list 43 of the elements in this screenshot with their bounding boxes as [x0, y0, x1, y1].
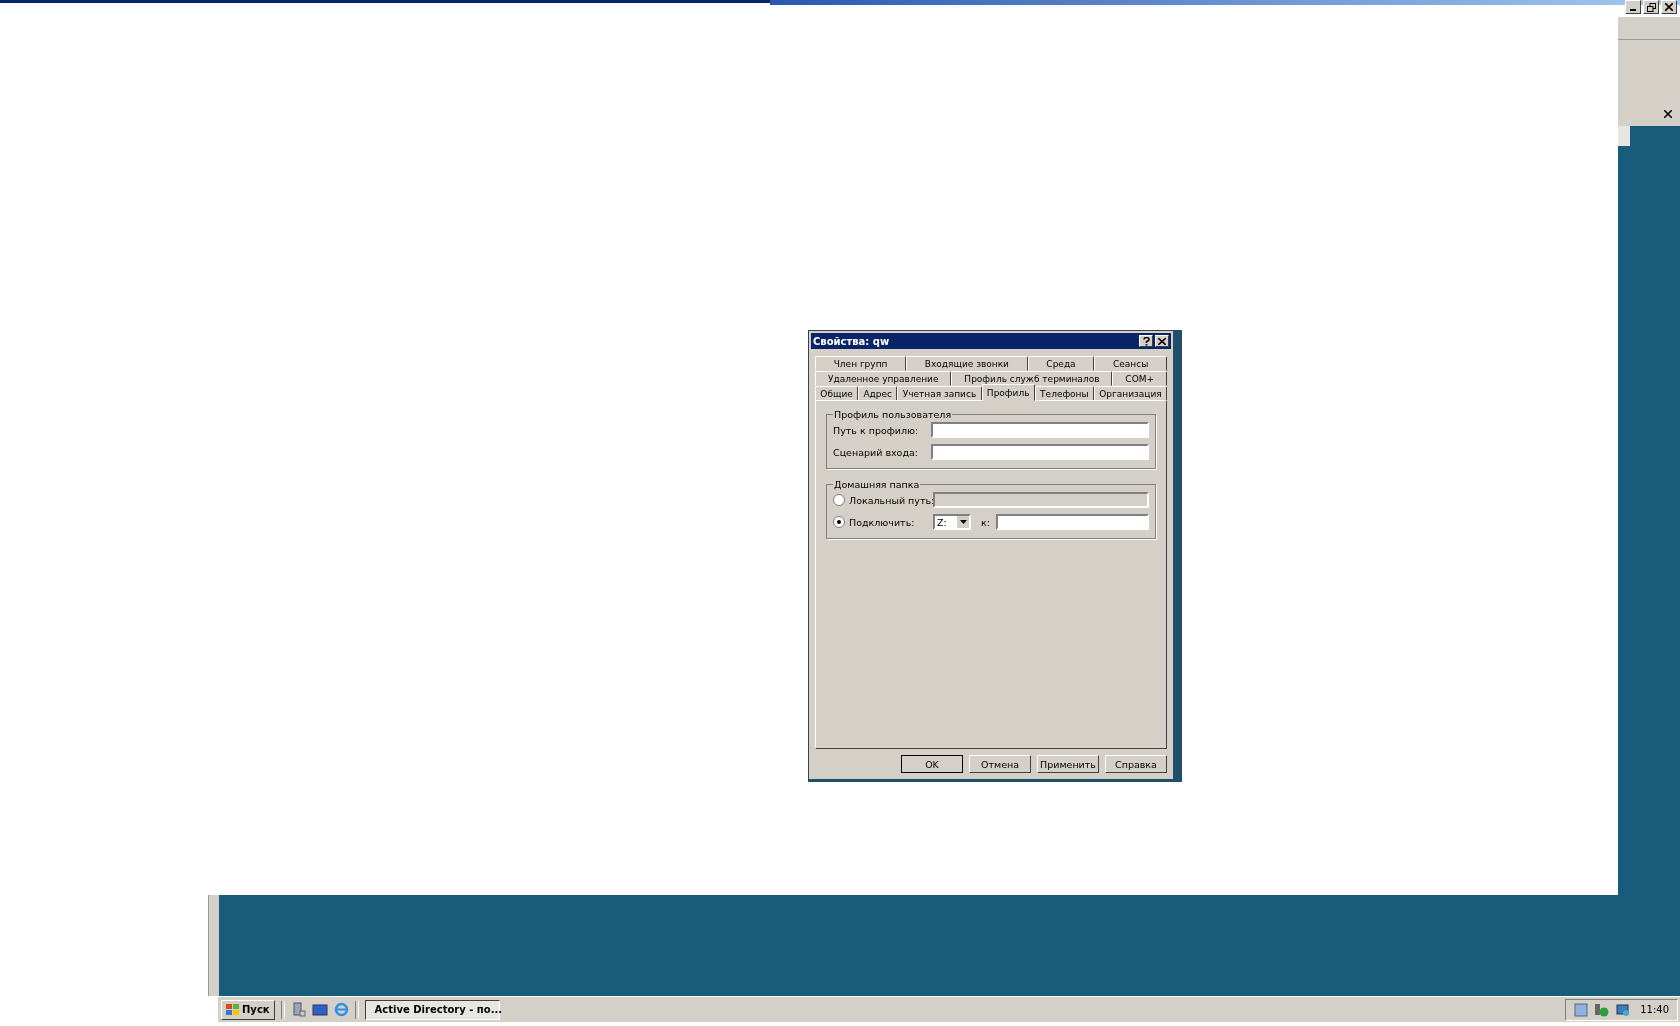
text-field[interactable] [931, 444, 1149, 460]
tab[interactable]: Член групп [815, 356, 907, 371]
browser-icon[interactable] [333, 1002, 349, 1017]
tab[interactable]: Сеансы [1094, 356, 1167, 371]
minimize-button[interactable] [1625, 0, 1641, 14]
dialog-title: Свойства: qw [813, 335, 891, 347]
help-icon [1142, 336, 1150, 346]
radio-label: Подключить: [849, 516, 916, 528]
field-label: к: [981, 516, 990, 528]
server-icon[interactable] [290, 1002, 306, 1017]
tab[interactable]: Входящие звонки [906, 356, 1028, 371]
group-title: Профиль пользователя [833, 409, 953, 420]
dialog-button[interactable]: Отмена [969, 755, 1031, 773]
group-title: Домашняя папка [833, 479, 921, 490]
clock: 11:40 [1640, 1004, 1669, 1015]
close-icon [1158, 337, 1166, 345]
tab[interactable]: Удаленное управление [815, 371, 952, 386]
close-button[interactable] [1155, 335, 1169, 347]
dialog-button[interactable]: Применить [1037, 755, 1099, 773]
drive-dropdown[interactable]: Z: [933, 514, 971, 530]
tab[interactable]: COM+ [1112, 371, 1167, 386]
dialog-button[interactable]: OK [901, 755, 963, 773]
tab[interactable]: Среда [1027, 356, 1095, 371]
desktop-icon[interactable] [311, 1002, 328, 1017]
text-field[interactable] [931, 422, 1149, 438]
tab[interactable]: Профиль [981, 384, 1035, 401]
close-icon [1665, 3, 1673, 11]
help-button[interactable] [1139, 335, 1153, 347]
restore-button[interactable] [1643, 0, 1659, 14]
close-icon [1664, 110, 1672, 118]
close-button[interactable] [1662, 108, 1674, 120]
start-button[interactable]: Пуск [221, 999, 275, 1020]
dropdown-arrow-icon [959, 520, 967, 524]
tab[interactable]: Профиль служб терминалов [951, 371, 1113, 386]
field-label: Путь к профилю: [833, 424, 920, 436]
field-label: Сценарий входа: [833, 446, 919, 458]
taskbar-button[interactable]: Active Directory - по... [364, 999, 500, 1020]
dialog-button[interactable]: Справка [1105, 755, 1167, 773]
windows-logo-icon [226, 1003, 239, 1016]
radio-button[interactable] [833, 516, 845, 528]
text-field[interactable] [995, 514, 1149, 530]
close-button[interactable] [1661, 0, 1677, 14]
restore-icon [1646, 2, 1656, 12]
